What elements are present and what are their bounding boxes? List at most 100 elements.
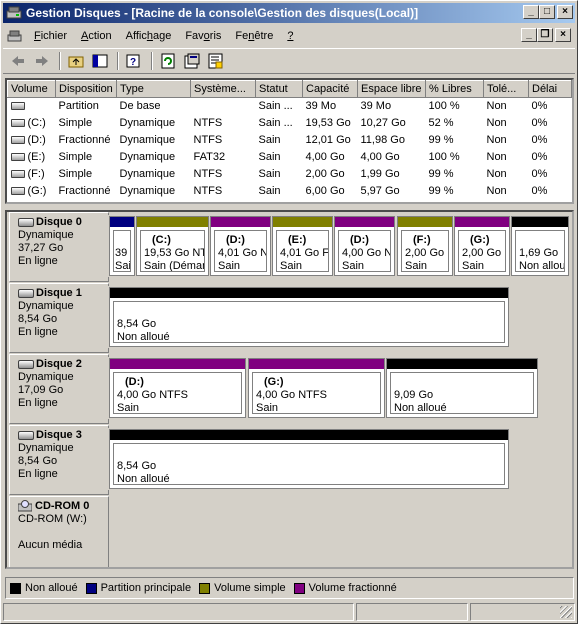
disk-info[interactable]: Disque 1 Dynamique 8,54 Go En ligne <box>9 283 109 353</box>
column-header-2[interactable]: Type <box>116 80 191 98</box>
table-cell: De base <box>117 98 191 115</box>
table-row[interactable]: (F:) Simple Dynamique NTFS Sain 2,00 Go 1,99 G… <box>8 166 572 183</box>
partition-block[interactable]: (C:)19,53 Go NTFSSain (Démarrage) <box>135 215 210 277</box>
partition-block[interactable]: 8,54 Go Non alloué <box>108 428 510 490</box>
partition-block[interactable]: 9,09 Go Non alloué <box>385 357 539 419</box>
column-header-9[interactable]: Délai <box>528 80 572 98</box>
disk-info[interactable]: Disque 0 Dynamique 37,27 Go En ligne <box>9 212 109 282</box>
partition-color-bar <box>273 217 332 227</box>
disk-info[interactable]: Disque 3 Dynamique 8,54 Go En ligne <box>9 425 109 495</box>
title-bar[interactable]: Gestion Disques - [Racine de la console\… <box>3 3 575 23</box>
table-cell: 52 % <box>426 115 484 132</box>
column-header-4[interactable]: Statut <box>255 80 303 98</box>
properties-icon[interactable] <box>181 51 203 71</box>
legend-swatch <box>293 582 305 594</box>
column-header-1[interactable]: Disposition <box>55 80 117 98</box>
partition-block[interactable]: (G:) 2,00 Go Sain <box>453 215 511 277</box>
partition-l3: Sain (Démarrage) <box>144 260 204 272</box>
column-header-3[interactable]: Système... <box>190 80 256 98</box>
cell-text: Simple <box>58 151 93 163</box>
partition-l1 <box>519 234 564 247</box>
refresh-icon[interactable] <box>157 51 179 71</box>
partition-body: (C:)19,53 Go NTFSSain (Démarrage) <box>140 230 205 272</box>
cell-text: Sain <box>258 134 281 146</box>
cdrom-media: Aucun média <box>18 539 83 551</box>
disk-info[interactable]: Disque 2 Dynamique 17,09 Go En ligne <box>9 354 109 424</box>
column-header-8[interactable]: Tolé... <box>483 80 529 98</box>
partition-block[interactable]: (F:) 2,00 Go Sain <box>396 215 454 277</box>
close-button[interactable]: × <box>557 5 573 19</box>
partition-l1: (E:) <box>288 234 307 246</box>
partition-block[interactable]: (D:)4,00 Go NTFSSain <box>108 357 247 419</box>
table-cell: 19,53 Go <box>303 115 358 132</box>
help-icon[interactable]: ? <box>123 51 145 71</box>
export-icon[interactable] <box>205 51 227 71</box>
table-cell: 100 % <box>426 149 484 166</box>
column-header-5[interactable]: Capacité <box>302 80 358 98</box>
table-row[interactable]: Partition De base Sain ... 39 Mo 39 Mo 100 % N… <box>8 98 572 115</box>
column-header-7[interactable]: % Libres <box>425 80 484 98</box>
partition-l3: Sain <box>405 260 428 272</box>
partition-block[interactable]: (E:)4,01 Go FAT32Sain <box>271 215 334 277</box>
back-arrow-icon[interactable] <box>7 51 29 71</box>
menu-favoris[interactable]: Favoris <box>178 30 228 42</box>
table-cell: Simple <box>56 149 117 166</box>
status-pane <box>470 603 575 621</box>
legend-swatch <box>10 582 21 594</box>
disk-name-label: Disque 3 <box>36 429 82 441</box>
table-row[interactable]: (C:) Simple Dynamique NTFS Sain ... 19,53 Go 1… <box>8 115 572 132</box>
disk-row-1: Disque 1 Dynamique 8,54 Go En ligne 8,54 Go… <box>9 283 572 353</box>
cell-text: FAT32 <box>193 151 226 163</box>
show-hide-tree-icon[interactable] <box>89 51 111 71</box>
cdrom-info[interactable]: CD-ROM 0 CD-ROM (W:) Aucun média <box>9 496 109 567</box>
forward-arrow-icon[interactable] <box>31 51 53 71</box>
mdi-close-button[interactable]: × <box>555 28 571 42</box>
disk-type: Dynamique <box>18 300 74 312</box>
table-cell: Sain <box>256 149 303 166</box>
menu-affichage[interactable]: Affichage <box>119 30 179 42</box>
svg-text:?: ? <box>130 57 136 68</box>
resize-grip[interactable] <box>560 606 572 618</box>
column-header-6[interactable]: Espace libre <box>357 80 426 98</box>
partition-block[interactable]: 39 Sai <box>108 215 136 277</box>
maximize-button[interactable]: □ <box>539 5 555 19</box>
table-cell: Sain <box>256 183 303 200</box>
partition-l2: 9,09 Go <box>394 389 434 401</box>
up-folder-icon[interactable] <box>65 51 87 71</box>
menu-help[interactable]: ? <box>280 30 300 42</box>
drive-icon <box>10 153 25 162</box>
disk-row-0: Disque 0 Dynamique 37,27 Go En ligne 39 Sai (… <box>9 212 572 282</box>
partition-block[interactable]: 8,54 Go Non alloué <box>108 286 510 348</box>
mdi-minimize-button[interactable]: _ <box>521 28 537 42</box>
menu-fichier[interactable]: Fichier <box>27 30 74 42</box>
menu-action[interactable]: Action <box>74 30 119 42</box>
table-cell: 4,00 Go <box>303 149 358 166</box>
partition-block[interactable]: (G:) 4,00 Go NTFS Sain <box>247 357 386 419</box>
console-window-icon[interactable] <box>7 28 23 44</box>
disk-name: Disque 3 <box>18 429 108 442</box>
cell-text: Dynamique <box>119 117 176 129</box>
partition-block[interactable]: (D:)4,00 Go NTFSSain <box>333 215 396 277</box>
cell-text: De base <box>119 100 161 113</box>
partition-block[interactable]: 1,69 GoNon alloué <box>510 215 570 277</box>
menu-fenetre[interactable]: Fenêtre <box>228 30 280 42</box>
volume-table: Volume Disposition Type Système... Statut Cap… <box>7 80 572 200</box>
partition-l3: Sain <box>218 260 241 272</box>
table-cell: Non <box>484 98 529 115</box>
mdi-restore-button[interactable]: ❐ <box>537 28 553 42</box>
table-cell: Sain <box>256 132 303 149</box>
table-cell: (E:) <box>8 149 56 166</box>
cell-text: (C:) <box>27 117 46 129</box>
partition-block[interactable]: (D:)4,01 Go NTFSSain <box>209 215 272 277</box>
minimize-button[interactable]: _ <box>523 5 539 19</box>
table-row[interactable]: (G:) Fractionné Dynamique NTFS Sain 6,00 Go 5,… <box>8 183 572 200</box>
disk-name: Disque 1 <box>18 287 108 300</box>
table-cell <box>191 98 256 115</box>
cell-text: (F:) <box>27 168 45 180</box>
table-row[interactable]: (E:) Simple Dynamique FAT32 Sain 4,00 Go 4,00 … <box>8 149 572 166</box>
table-row[interactable]: (D:) Fractionné Dynamique NTFS Sain 12,01 Go 1… <box>8 132 572 149</box>
partition-l1: (C:) <box>152 234 171 246</box>
partition-l1: (D:) <box>226 234 245 246</box>
column-header-0[interactable]: Volume <box>7 80 56 98</box>
table-cell: NTFS <box>191 183 256 200</box>
